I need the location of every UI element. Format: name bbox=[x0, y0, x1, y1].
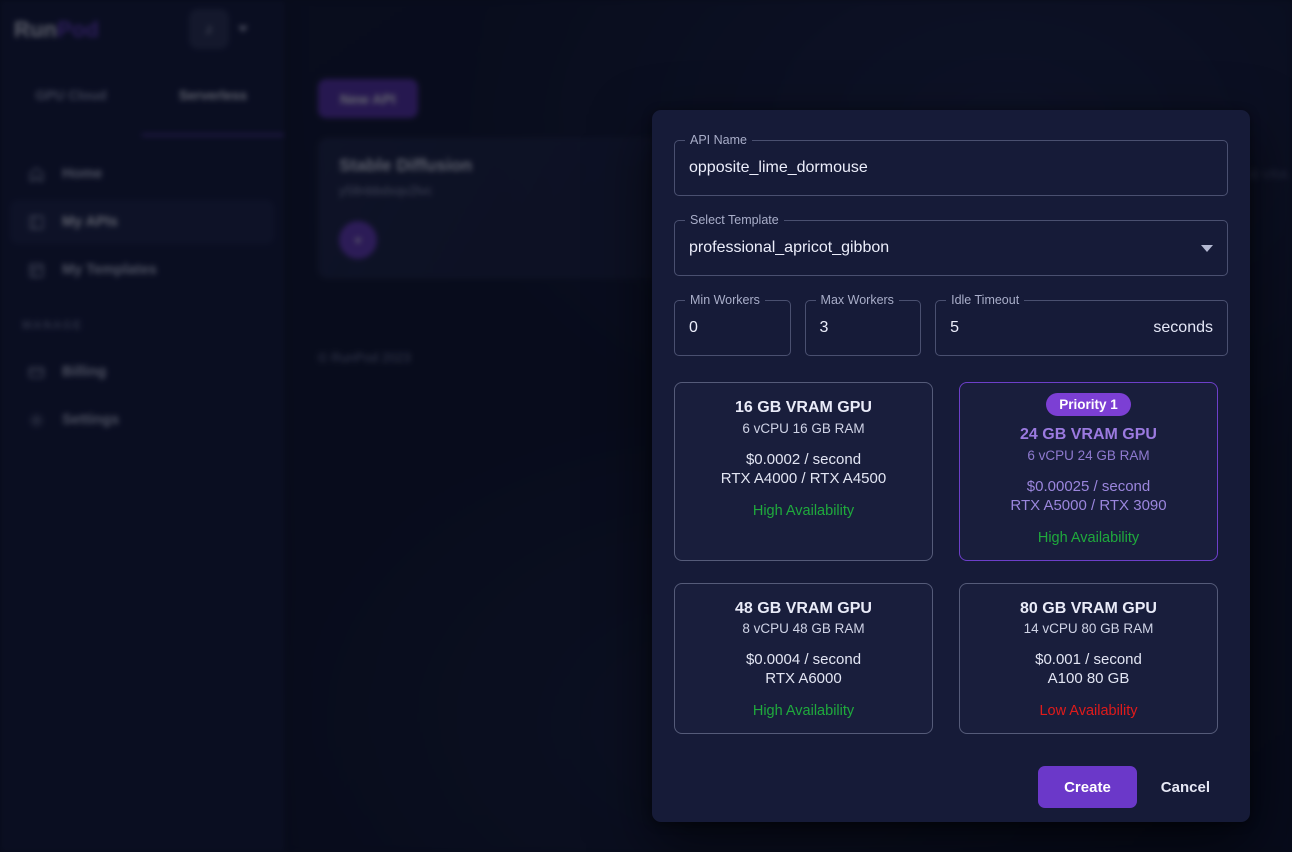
availability-badge: High Availability bbox=[752, 703, 855, 720]
api-name-field[interactable]: API Name bbox=[674, 132, 1228, 196]
min-workers-label: Min Workers bbox=[685, 292, 765, 308]
gpu-options-grid: 16 GB VRAM GPU 6 vCPU 16 GB RAM $0.0002 … bbox=[674, 382, 1228, 735]
gpu-models: RTX A6000 bbox=[765, 670, 842, 688]
api-name-label: API Name bbox=[685, 132, 752, 148]
idle-timeout-unit: seconds bbox=[1153, 319, 1213, 336]
gpu-option-24gb[interactable]: Priority 1 24 GB VRAM GPU 6 vCPU 24 GB R… bbox=[959, 382, 1218, 561]
max-workers-label: Max Workers bbox=[815, 292, 899, 308]
idle-timeout-input[interactable] bbox=[950, 319, 1144, 337]
api-name-input[interactable] bbox=[689, 159, 1213, 177]
gpu-models: A100 80 GB bbox=[1047, 670, 1130, 688]
chevron-down-icon[interactable] bbox=[1201, 244, 1213, 252]
create-button[interactable]: Create bbox=[1038, 766, 1137, 809]
availability-badge: Low Availability bbox=[1039, 703, 1138, 720]
gpu-option-80gb[interactable]: 80 GB VRAM GPU 14 vCPU 80 GB RAM $0.001 … bbox=[959, 582, 1218, 735]
gpu-option-48gb[interactable]: 48 GB VRAM GPU 8 vCPU 48 GB RAM $0.0004 … bbox=[674, 582, 933, 735]
max-workers-input[interactable] bbox=[819, 319, 907, 337]
min-workers-input[interactable] bbox=[689, 319, 776, 337]
gpu-models: RTX A4000 / RTX A4500 bbox=[720, 469, 887, 487]
gpu-title: 24 GB VRAM GPU bbox=[1020, 426, 1157, 443]
cancel-button[interactable]: Cancel bbox=[1155, 779, 1216, 796]
gpu-spec: 8 vCPU 48 GB RAM bbox=[742, 621, 865, 637]
priority-badge: Priority 1 bbox=[1046, 393, 1131, 416]
gpu-price: $0.00025 / second bbox=[1026, 477, 1151, 495]
gpu-price: $0.001 / second bbox=[1035, 651, 1142, 669]
gpu-option-16gb[interactable]: 16 GB VRAM GPU 6 vCPU 16 GB RAM $0.0002 … bbox=[674, 382, 933, 561]
create-api-dialog: API Name Select Template professional_ap… bbox=[652, 110, 1250, 822]
idle-timeout-field[interactable]: Idle Timeout seconds bbox=[935, 292, 1228, 356]
gpu-price: $0.0004 / second bbox=[745, 651, 862, 669]
template-value[interactable]: professional_apricot_gibbon bbox=[689, 239, 1201, 257]
gpu-spec: 14 vCPU 80 GB RAM bbox=[1023, 621, 1154, 637]
availability-badge: High Availability bbox=[1037, 529, 1140, 546]
gpu-title: 16 GB VRAM GPU bbox=[735, 399, 872, 416]
min-workers-field[interactable]: Min Workers bbox=[674, 292, 791, 356]
gpu-price: $0.0002 / second bbox=[745, 450, 862, 468]
max-workers-field[interactable]: Max Workers bbox=[804, 292, 922, 356]
gpu-spec: 6 vCPU 16 GB RAM bbox=[742, 420, 865, 436]
idle-timeout-label: Idle Timeout bbox=[946, 292, 1025, 308]
template-select-field[interactable]: Select Template professional_apricot_gib… bbox=[674, 212, 1228, 276]
gpu-models: RTX A5000 / RTX 3090 bbox=[1010, 496, 1167, 514]
gpu-title: 80 GB VRAM GPU bbox=[1020, 599, 1157, 617]
template-label: Select Template bbox=[685, 212, 784, 228]
worker-settings-row: Min Workers Max Workers Idle Timeout sec… bbox=[674, 292, 1228, 356]
gpu-title: 48 GB VRAM GPU bbox=[735, 599, 872, 617]
dialog-actions: Create Cancel bbox=[674, 766, 1228, 809]
availability-badge: High Availability bbox=[752, 502, 855, 519]
gpu-spec: 6 vCPU 24 GB RAM bbox=[1027, 447, 1150, 463]
